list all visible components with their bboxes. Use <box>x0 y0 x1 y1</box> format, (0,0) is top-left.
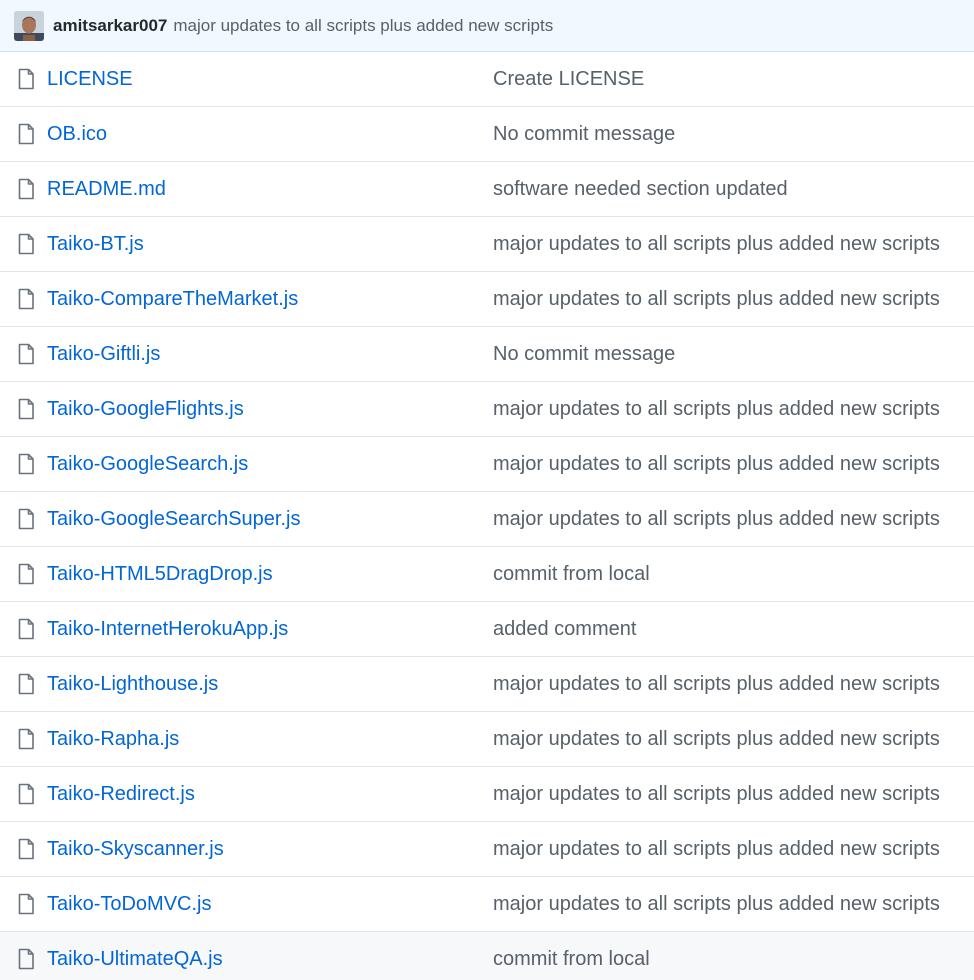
file-row[interactable]: LICENSE Create LICENSE <box>0 52 974 107</box>
file-commit-message-link[interactable]: major updates to all scripts plus added … <box>493 838 940 861</box>
file-icon <box>18 343 34 365</box>
file-row[interactable]: Taiko-Skyscanner.js major updates to all… <box>0 822 974 877</box>
file-name-link[interactable]: Taiko-Skyscanner.js <box>47 838 224 861</box>
file-icon <box>18 288 34 310</box>
file-name-link[interactable]: Taiko-CompareTheMarket.js <box>47 288 298 311</box>
file-commit-message-link[interactable]: major updates to all scripts plus added … <box>493 233 940 256</box>
file-list: LICENSE Create LICENSE OB.ico No commit … <box>0 52 974 980</box>
file-row[interactable]: Taiko-Rapha.js major updates to all scri… <box>0 712 974 767</box>
file-icon <box>18 673 34 695</box>
file-row[interactable]: Taiko-BT.js major updates to all scripts… <box>0 217 974 272</box>
avatar-image <box>14 10 44 41</box>
file-commit-message-link[interactable]: commit from local <box>493 563 650 586</box>
file-row[interactable]: Taiko-GoogleSearch.js major updates to a… <box>0 437 974 492</box>
file-icon <box>18 508 34 530</box>
file-row[interactable]: Taiko-Redirect.js major updates to all s… <box>0 767 974 822</box>
file-icon <box>18 728 34 750</box>
file-commit-message-link[interactable]: major updates to all scripts plus added … <box>493 728 940 751</box>
file-row[interactable]: Taiko-GoogleFlights.js major updates to … <box>0 382 974 437</box>
file-icon <box>18 563 34 585</box>
file-commit-message-link[interactable]: Create LICENSE <box>493 68 644 91</box>
file-name-link[interactable]: Taiko-Giftli.js <box>47 343 160 366</box>
file-icon <box>18 453 34 475</box>
file-commit-message-link[interactable]: No commit message <box>493 123 675 146</box>
file-icon <box>18 123 34 145</box>
file-name-link[interactable]: README.md <box>47 178 166 201</box>
file-name-link[interactable]: Taiko-HTML5DragDrop.js <box>47 563 273 586</box>
file-icon <box>18 68 34 90</box>
file-row[interactable]: Taiko-InternetHerokuApp.js added comment <box>0 602 974 657</box>
file-commit-message-link[interactable]: major updates to all scripts plus added … <box>493 673 940 696</box>
avatar[interactable] <box>14 10 44 41</box>
file-name-link[interactable]: Taiko-GoogleFlights.js <box>47 398 244 421</box>
file-commit-message-link[interactable]: major updates to all scripts plus added … <box>493 893 940 916</box>
file-icon <box>18 838 34 860</box>
file-icon <box>18 618 34 640</box>
file-commit-message-link[interactable]: major updates to all scripts plus added … <box>493 288 940 311</box>
file-row[interactable]: Taiko-ToDoMVC.js major updates to all sc… <box>0 877 974 932</box>
file-commit-message-link[interactable]: software needed section updated <box>493 178 788 201</box>
file-row[interactable]: Taiko-HTML5DragDrop.js commit from local <box>0 547 974 602</box>
file-row[interactable]: Taiko-Lighthouse.js major updates to all… <box>0 657 974 712</box>
repo-file-browser: amitsarkar007 major updates to all scrip… <box>0 0 974 980</box>
file-row[interactable]: Taiko-Giftli.js No commit message <box>0 327 974 382</box>
file-commit-message-link[interactable]: No commit message <box>493 343 675 366</box>
file-commit-message-link[interactable]: major updates to all scripts plus added … <box>493 508 940 531</box>
file-name-link[interactable]: Taiko-GoogleSearch.js <box>47 453 248 476</box>
file-name-link[interactable]: Taiko-BT.js <box>47 233 144 256</box>
file-name-link[interactable]: Taiko-Rapha.js <box>47 728 179 751</box>
file-name-link[interactable]: Taiko-Lighthouse.js <box>47 673 218 696</box>
file-row[interactable]: README.md software needed section update… <box>0 162 974 217</box>
file-commit-message-link[interactable]: added comment <box>493 618 636 641</box>
file-icon <box>18 398 34 420</box>
file-name-link[interactable]: LICENSE <box>47 68 133 91</box>
file-icon <box>18 893 34 915</box>
file-name-link[interactable]: Taiko-Redirect.js <box>47 783 195 806</box>
file-row[interactable]: Taiko-CompareTheMarket.js major updates … <box>0 272 974 327</box>
file-name-link[interactable]: Taiko-ToDoMVC.js <box>47 893 211 916</box>
file-icon <box>18 178 34 200</box>
file-commit-message-link[interactable]: major updates to all scripts plus added … <box>493 398 940 421</box>
file-name-link[interactable]: Taiko-GoogleSearchSuper.js <box>47 508 300 531</box>
latest-commit-bar: amitsarkar007 major updates to all scrip… <box>0 0 974 52</box>
commit-message-link[interactable]: major updates to all scripts plus added … <box>173 16 553 36</box>
commit-author-link[interactable]: amitsarkar007 <box>53 16 167 36</box>
file-name-link[interactable]: OB.ico <box>47 123 107 146</box>
file-icon <box>18 233 34 255</box>
file-row[interactable]: Taiko-UltimateQA.js commit from local <box>0 932 974 980</box>
file-commit-message-link[interactable]: major updates to all scripts plus added … <box>493 783 940 806</box>
file-commit-message-link[interactable]: commit from local <box>493 948 650 971</box>
file-name-link[interactable]: Taiko-InternetHerokuApp.js <box>47 618 288 641</box>
file-commit-message-link[interactable]: major updates to all scripts plus added … <box>493 453 940 476</box>
file-icon <box>18 948 34 970</box>
file-icon <box>18 783 34 805</box>
file-row[interactable]: OB.ico No commit message <box>0 107 974 162</box>
file-name-link[interactable]: Taiko-UltimateQA.js <box>47 948 223 971</box>
file-row[interactable]: Taiko-GoogleSearchSuper.js major updates… <box>0 492 974 547</box>
